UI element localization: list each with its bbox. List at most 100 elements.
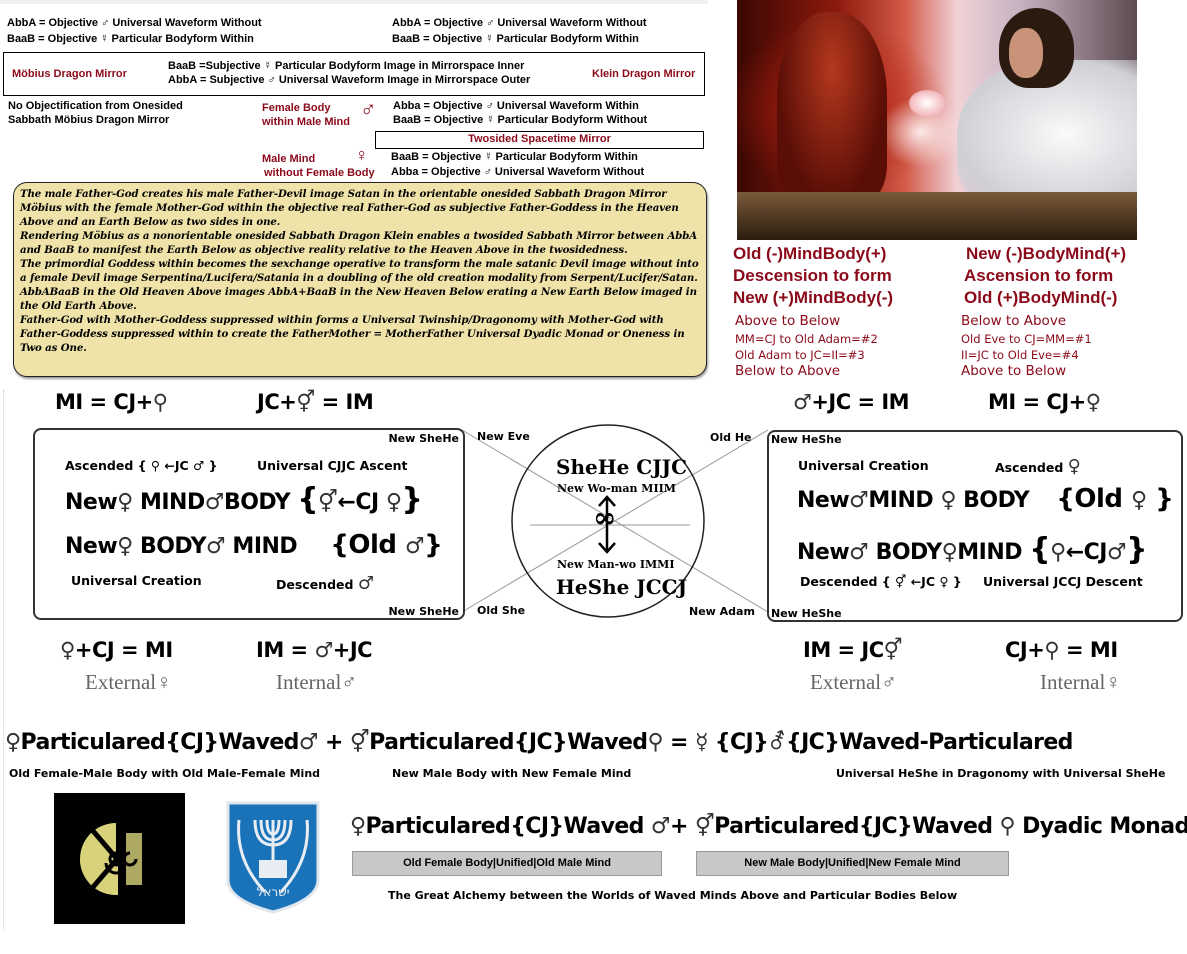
- corner-new-heshe-bottom: New HeShe: [771, 607, 842, 620]
- word: MIND: [868, 488, 941, 513]
- female-icon: ♀: [156, 670, 172, 694]
- androgyne-icon: ⚥: [883, 638, 903, 662]
- androgyne-icon: ⚥: [349, 730, 370, 755]
- caption-old-body: Old Female-Male Body with Old Male-Femal…: [9, 767, 321, 780]
- label-new-eve: New Eve: [477, 430, 530, 443]
- internal-male: Internal♂: [276, 670, 357, 695]
- eq-cj-mi: CJ+⚲ = MI: [1005, 638, 1118, 662]
- old-brace: {Old: [330, 530, 406, 560]
- old-brace: {Old: [1056, 484, 1132, 514]
- label-new-adam: New Adam: [689, 605, 755, 618]
- ascended-right: Ascended ♀: [995, 456, 1081, 477]
- infinity-icon: ∞: [593, 501, 617, 534]
- left-shehe-box: New SheHe Ascended { ⚲ ←JC ♂ } Universal…: [33, 428, 465, 620]
- word: Ascended: [995, 460, 1064, 475]
- external-female: External♀: [85, 670, 172, 695]
- female-icon: ♀: [941, 540, 958, 565]
- male-icon: ♂: [298, 730, 319, 755]
- male-icon: ♂: [357, 573, 374, 594]
- external-male: External♂: [810, 670, 897, 695]
- word: Dyadic Monad: [1015, 814, 1187, 839]
- eq-im-male-jc: IM = ♂+JC: [256, 638, 373, 662]
- female-icon: ♀: [5, 730, 21, 755]
- female-icon: ♀: [117, 490, 133, 515]
- male-icon: ♂: [204, 490, 225, 515]
- female-icon: ♀: [940, 488, 956, 513]
- plus: +: [670, 814, 695, 839]
- word: {CJ}: [707, 730, 769, 755]
- male-icon: ♂: [341, 670, 358, 694]
- word: Particulared{CJ}Waved: [365, 814, 651, 839]
- brace-close: }: [1126, 532, 1148, 567]
- female-icon: ♀: [350, 814, 366, 839]
- internal-female: Internal♀: [1040, 670, 1121, 695]
- left-line-mind-body: New♀ MIND♂BODY {⚥←CJ ♀}: [65, 482, 423, 517]
- word: External: [85, 670, 157, 694]
- word: BODY: [955, 488, 1030, 513]
- hermaphrodite-up-icon: ⚲: [647, 730, 663, 755]
- brace-open: {: [1029, 532, 1051, 567]
- hermaphrodite-up-icon: ⚲: [999, 814, 1016, 839]
- caption-universal-heshe: Universal HeShe in Dragonomy with Univer…: [836, 767, 1166, 780]
- label-old-she: Old She: [477, 604, 526, 617]
- israel-text: ישראל: [257, 885, 290, 899]
- ascent-label: Universal CJJC Ascent: [257, 458, 408, 473]
- equals: =: [662, 730, 695, 755]
- particulared-row-1: ♀Particulared{CJ}Waved♂ + ⚥Particulared{…: [5, 730, 1073, 755]
- male-icon: ♂: [849, 540, 869, 565]
- universal-creation-label: Universal Creation: [71, 573, 202, 588]
- eq-text: CJ+: [1005, 638, 1045, 662]
- female-icon: ♀: [1105, 670, 1122, 694]
- descended-right: Descended { ⚥ ←JC ♀ }: [800, 574, 962, 589]
- word: BODY: [223, 490, 291, 515]
- word: ←CJ: [337, 490, 386, 515]
- new-man-immi: New Man-wo IMMI: [557, 558, 675, 571]
- word: New: [797, 540, 850, 565]
- eq-text: IM = JC: [803, 638, 884, 662]
- plus: +: [317, 730, 343, 755]
- word: Internal: [276, 670, 342, 694]
- male-icon: ♂: [881, 670, 897, 694]
- old-body-unified-box: Old Female Body|Unified|Old Male Mind: [352, 851, 662, 876]
- male-female-icon: ⚦: [768, 730, 787, 755]
- brace-close: }: [401, 482, 423, 517]
- word: Descended: [276, 577, 354, 592]
- brace-close: }: [1146, 484, 1174, 514]
- female-icon: ♀: [385, 490, 402, 515]
- right-line-body-mind: New♂ BODY♀MIND {⚲←CJ♂}: [797, 532, 1148, 567]
- androgyne-icon: ⚥: [694, 814, 715, 839]
- eq-text: IM =: [256, 638, 315, 662]
- female-icon: ♀: [117, 534, 133, 559]
- new-body-unified-box: New Male Body|Unified|New Female Mind: [696, 851, 1009, 876]
- corner-new-shehe-top: New SheHe: [388, 432, 459, 445]
- male-icon: ♂: [314, 638, 333, 662]
- word: New: [65, 534, 118, 559]
- brace-open: {: [297, 482, 319, 517]
- eq-female-cj-mi: ♀+CJ = MI: [60, 638, 173, 662]
- eq-text: +CJ = MI: [74, 638, 173, 662]
- eq-im-jc: IM = JC⚥: [803, 638, 903, 662]
- descent-label: Universal JCCJ Descent: [983, 574, 1143, 589]
- corner-new-shehe-bottom: New SheHe: [388, 605, 459, 618]
- word: {JC}Waved-Particulared: [786, 730, 1073, 755]
- new-woman-miim: New Wo-man MIIM: [557, 482, 676, 495]
- word: External: [810, 670, 882, 694]
- hermaphrodite-up-icon: ⚲: [1050, 540, 1066, 565]
- word: Particulared{CJ}Waved: [20, 730, 300, 755]
- eq-text: = MI: [1059, 638, 1118, 662]
- word: BODY: [132, 534, 207, 559]
- menorah-shield-icon: ישראל: [226, 801, 320, 914]
- androgyne-icon: ⚥: [318, 490, 338, 515]
- male-icon: ♂: [405, 534, 425, 559]
- brace-close: }: [424, 530, 443, 560]
- word: Particulared{JC}Waved: [714, 814, 1000, 839]
- word: Internal: [1040, 670, 1106, 694]
- ascended-label: Ascended { ⚲ ←JC ♂ }: [65, 458, 218, 473]
- mercury-icon: ☿: [694, 730, 709, 755]
- female-icon: ♀: [1131, 488, 1147, 513]
- word: MIND: [225, 534, 298, 559]
- word: New: [797, 488, 850, 513]
- word: New: [65, 490, 118, 515]
- great-alchemy-caption: The Great Alchemy between the Worlds of …: [388, 889, 958, 902]
- female-icon: ♀: [60, 638, 75, 662]
